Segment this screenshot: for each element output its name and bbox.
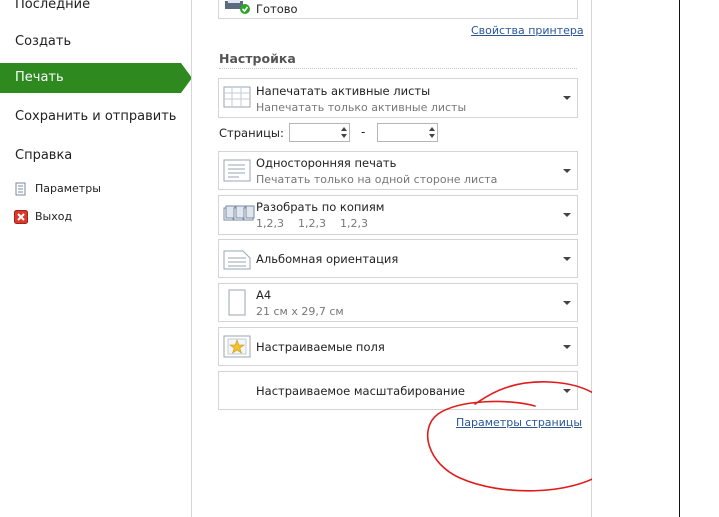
chevron-down-icon (563, 96, 571, 100)
landscape-icon (223, 246, 253, 275)
exit-icon (14, 210, 28, 224)
nav-item-help[interactable]: Справка (0, 141, 191, 171)
sides-dropdown[interactable]: Односторонняя печать Печатать только на … (218, 151, 578, 190)
backstage-nav: Последние Создать Печать Сохранить и отп… (0, 0, 192, 517)
nav-item-save-send[interactable]: Сохранить и отправить (0, 102, 191, 132)
one-sided-icon (223, 158, 253, 187)
printer-dropdown[interactable]: Готово (218, 0, 578, 19)
dropdown-subtitle: 1,2,3 1,2,3 1,2,3 (256, 217, 368, 230)
dropdown-subtitle: Напечатать только активные листы (256, 101, 467, 114)
paper-size-dropdown[interactable]: A4 21 см x 29,7 см (218, 283, 578, 322)
chevron-down-icon (563, 345, 571, 349)
section-divider (219, 68, 577, 69)
dropdown-title: Альбомная ориентация (256, 252, 399, 266)
preview-page-edge (679, 0, 680, 517)
pages-dash: - (361, 125, 366, 139)
printer-icon (223, 0, 253, 18)
options-icon (14, 182, 28, 196)
dropdown-title: A4 (256, 288, 272, 302)
print-what-dropdown[interactable]: Напечатать активные листы Напечатать тол… (218, 78, 578, 118)
nav-item-label: Создать (15, 34, 72, 49)
print-preview-area (592, 0, 719, 517)
nav-item-label: Печать (15, 70, 64, 85)
printer-properties-link[interactable]: Свойства принтера (471, 24, 584, 37)
chevron-down-icon (563, 169, 571, 173)
dropdown-subtitle: 21 см x 29,7 см (256, 305, 344, 318)
dropdown-title: Настраиваемые поля (256, 340, 385, 354)
options-label: Параметры (35, 182, 101, 195)
dropdown-title: Односторонняя печать (256, 156, 397, 170)
chevron-down-icon (563, 213, 571, 217)
pages-label: Страницы: (219, 126, 284, 140)
pages-from-input[interactable] (289, 123, 350, 142)
spin-up-icon[interactable] (429, 127, 435, 131)
nav-item-options[interactable]: Параметры (14, 180, 101, 198)
collate-dropdown[interactable]: Разобрать по копиям 1,2,3 1,2,3 1,2,3 (218, 195, 578, 235)
spin-up-icon[interactable] (341, 127, 347, 131)
nav-item-print[interactable]: Печать (0, 63, 181, 93)
spin-down-icon[interactable] (429, 134, 435, 138)
nav-item-exit[interactable]: Выход (14, 208, 72, 226)
spin-down-icon[interactable] (341, 134, 347, 138)
dropdown-subtitle: Печатать только на одной стороне листа (256, 173, 498, 186)
exit-label: Выход (35, 210, 73, 223)
sheets-icon (223, 85, 253, 114)
nav-item-label: Справка (15, 148, 73, 163)
collate-icon (223, 204, 255, 227)
chevron-down-icon (563, 257, 571, 261)
nav-item-new[interactable]: Создать (0, 27, 191, 57)
pages-to-input[interactable] (377, 123, 438, 142)
dropdown-title: Разобрать по копиям (256, 200, 385, 214)
nav-item-label: Сохранить и отправить (15, 109, 177, 124)
margins-icon (223, 334, 253, 363)
nav-item-label: Последние (15, 0, 91, 12)
paper-icon (223, 288, 253, 321)
margins-dropdown[interactable]: Настраиваемые поля (218, 327, 578, 366)
orientation-dropdown[interactable]: Альбомная ориентация (218, 239, 578, 278)
nav-item-recent[interactable]: Последние (0, 0, 191, 20)
settings-title: Настройка (219, 51, 296, 66)
chevron-down-icon (563, 301, 571, 305)
printer-status: Готово (256, 2, 298, 16)
dropdown-title: Напечатать активные листы (256, 84, 431, 98)
